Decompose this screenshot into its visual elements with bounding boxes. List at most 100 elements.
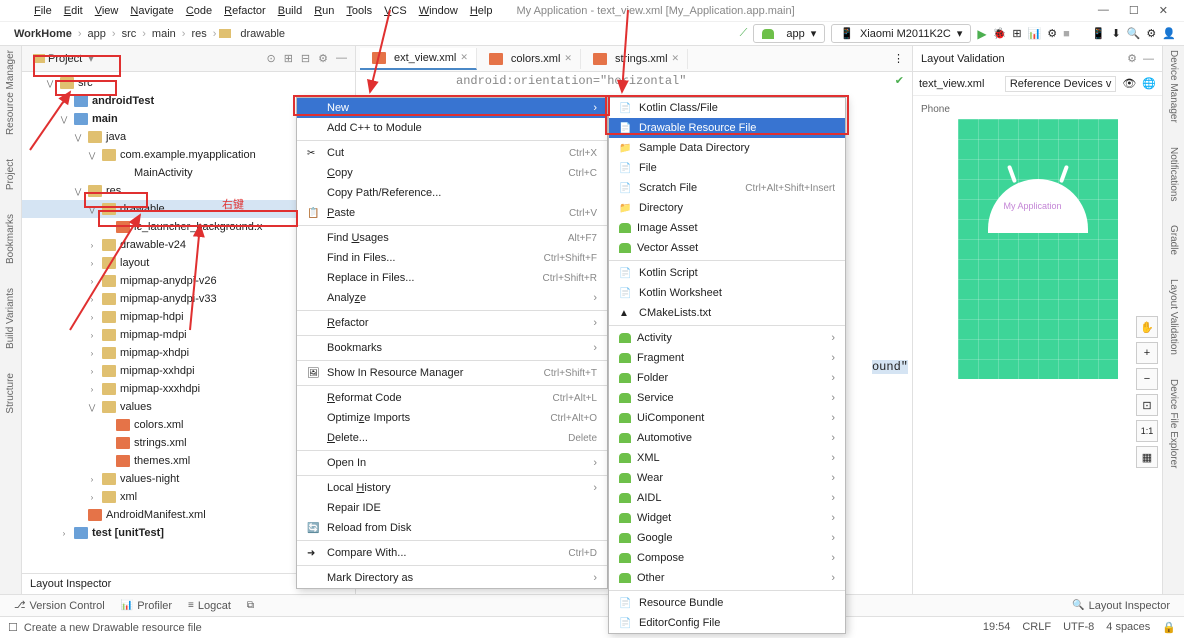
project-view-selector[interactable]: Project <box>48 53 82 65</box>
tool-settings-icon[interactable]: ⚙ <box>1127 52 1137 65</box>
menu-edit[interactable]: Edit <box>58 1 89 21</box>
rail-gradle[interactable]: Gradle <box>1168 225 1179 255</box>
device-preview[interactable]: My Application <box>958 119 1118 379</box>
menu-navigate[interactable]: Navigate <box>124 1 179 21</box>
menu-item[interactable]: 📄Kotlin Worksheet <box>609 283 845 303</box>
menu-build[interactable]: Build <box>272 1 308 21</box>
menu-item[interactable]: CopyCtrl+C <box>297 163 607 183</box>
menu-vcs[interactable]: VCS <box>378 1 413 21</box>
menu-item[interactable]: 📁Sample Data Directory <box>609 138 845 158</box>
menu-item[interactable]: ✂CutCtrl+X <box>297 143 607 163</box>
coverage-icon[interactable]: ⊞ <box>1012 27 1021 40</box>
new-submenu[interactable]: 📄Kotlin Class/File📄Drawable Resource Fil… <box>608 97 846 634</box>
menu-item[interactable]: ▲CMakeLists.txt <box>609 303 845 323</box>
expand-all-icon[interactable]: ⊞ <box>284 52 293 65</box>
menu-item[interactable]: Repair IDE <box>297 498 607 518</box>
close-tab-icon[interactable]: ✕ <box>564 53 572 64</box>
menu-item[interactable]: Folder› <box>609 368 845 388</box>
menu-item[interactable]: Bookmarks› <box>297 338 607 358</box>
breadcrumb[interactable]: drawable <box>234 28 291 40</box>
menu-item[interactable]: 📄Kotlin Script <box>609 263 845 283</box>
menu-window[interactable]: Window <box>413 1 464 21</box>
menu-item[interactable]: Find in Files...Ctrl+Shift+F <box>297 248 607 268</box>
select-opened-icon[interactable]: ⊙ <box>266 52 275 65</box>
menu-item[interactable]: Refactor› <box>297 313 607 333</box>
rail-resource-manager[interactable]: Resource Manager <box>5 50 16 135</box>
rail-notifications[interactable]: Notifications <box>1168 147 1179 201</box>
menu-item[interactable]: UiComponent› <box>609 408 845 428</box>
menu-item[interactable]: Delete...Delete <box>297 428 607 448</box>
avd-icon[interactable]: 📱 <box>1092 27 1106 40</box>
tool-settings-icon[interactable]: ⚙ <box>318 52 328 65</box>
menu-item[interactable]: Find UsagesAlt+F7 <box>297 228 607 248</box>
rail-structure[interactable]: Structure <box>5 373 16 414</box>
editor-tab[interactable]: ext_view.xml✕ <box>360 48 477 70</box>
rail-bookmarks[interactable]: Bookmarks <box>5 214 16 264</box>
attach-icon[interactable]: ⚙ <box>1047 27 1057 40</box>
menu-refactor[interactable]: Refactor <box>218 1 272 21</box>
menu-item[interactable]: Replace in Files...Ctrl+Shift+R <box>297 268 607 288</box>
menu-item[interactable]: 📄Scratch FileCtrl+Alt+Shift+Insert <box>609 178 845 198</box>
menu-item[interactable]: Copy Path/Reference... <box>297 183 607 203</box>
debug-icon[interactable]: 🐞 <box>993 27 1007 40</box>
menu-item[interactable]: ➜Compare With...Ctrl+D <box>297 543 607 563</box>
reference-devices-selector[interactable]: Reference Devices v <box>1005 76 1117 92</box>
sync-icon[interactable]: ⟋ <box>740 27 748 40</box>
zoom-in-icon[interactable]: + <box>1136 342 1158 364</box>
menu-code[interactable]: Code <box>180 1 218 21</box>
version-control-tab[interactable]: ⎇ Version Control <box>6 600 113 612</box>
breadcrumb[interactable]: app <box>82 28 112 40</box>
menu-item[interactable]: 📄Resource Bundle <box>609 593 845 613</box>
stop-icon[interactable]: ■ <box>1063 28 1070 40</box>
locale-icon[interactable]: 🌐 <box>1142 77 1156 90</box>
menu-item[interactable]: Open In› <box>297 453 607 473</box>
collapse-all-icon[interactable]: ⊟ <box>301 52 310 65</box>
profiler-icon[interactable]: 📊 <box>1028 27 1042 40</box>
menu-item[interactable]: 📄Kotlin Class/File <box>609 98 845 118</box>
menu-item[interactable]: Activity› <box>609 328 845 348</box>
account-icon[interactable]: 👤 <box>1162 27 1176 40</box>
editor-tab[interactable]: strings.xml✕ <box>581 49 688 69</box>
layers-icon[interactable]: ▦ <box>1136 446 1158 468</box>
maximize-icon[interactable]: ☐ <box>1129 4 1139 17</box>
project-dropdown-icon[interactable]: ▾ <box>88 52 94 65</box>
menu-item[interactable]: New› <box>297 98 607 118</box>
zoom-fit-icon[interactable]: ⊡ <box>1136 394 1158 416</box>
menu-item[interactable]: Analyze› <box>297 288 607 308</box>
breadcrumb[interactable]: res <box>185 28 212 40</box>
breadcrumb[interactable]: main <box>146 28 182 40</box>
menu-item[interactable]: Fragment› <box>609 348 845 368</box>
rail-layout-validation[interactable]: Layout Validation <box>1168 279 1179 355</box>
menu-item[interactable]: Service› <box>609 388 845 408</box>
menu-item[interactable]: Image Asset <box>609 218 845 238</box>
menu-item[interactable]: Reformat CodeCtrl+Alt+L <box>297 388 607 408</box>
tabs-more-icon[interactable]: ⋮ <box>885 52 912 65</box>
menu-item[interactable]: 🔄Reload from Disk <box>297 518 607 538</box>
breadcrumb[interactable]: src <box>116 28 143 40</box>
logcat-tab[interactable]: ≡ Logcat <box>180 600 239 612</box>
menu-tools[interactable]: Tools <box>340 1 378 21</box>
run-icon[interactable]: ▶ <box>977 27 986 41</box>
menu-item[interactable]: Widget› <box>609 508 845 528</box>
context-menu[interactable]: New›Add C++ to Module✂CutCtrl+XCopyCtrl+… <box>296 97 608 589</box>
menu-item[interactable]: Local History› <box>297 478 607 498</box>
breadcrumb[interactable]: WorkHome <box>8 28 78 40</box>
menu-item[interactable]: Other› <box>609 568 845 588</box>
menu-item[interactable]: 📄File <box>609 158 845 178</box>
menu-item[interactable]: 📁Directory <box>609 198 845 218</box>
menu-item[interactable]: 📄Drawable Resource File <box>609 118 845 138</box>
settings-icon[interactable]: ⚙ <box>1146 27 1156 40</box>
menu-item[interactable]: Optimize ImportsCtrl+Alt+O <box>297 408 607 428</box>
hide-icon[interactable]: — <box>336 52 347 65</box>
menu-help[interactable]: Help <box>464 1 499 21</box>
menu-item[interactable]: Automotive› <box>609 428 845 448</box>
rail-project[interactable]: Project <box>5 159 16 190</box>
editor-tab[interactable]: colors.xml✕ <box>477 49 581 69</box>
pan-icon[interactable]: ✋ <box>1136 316 1158 338</box>
terminal-tab[interactable]: ⧉ <box>239 600 262 611</box>
search-icon[interactable]: 🔍 <box>1127 27 1141 40</box>
menu-item[interactable]: 📋PasteCtrl+V <box>297 203 607 223</box>
close-tab-icon[interactable]: ✕ <box>672 53 680 64</box>
rail-device-manager[interactable]: Device Manager <box>1168 50 1179 123</box>
menu-item[interactable]: Wear› <box>609 468 845 488</box>
